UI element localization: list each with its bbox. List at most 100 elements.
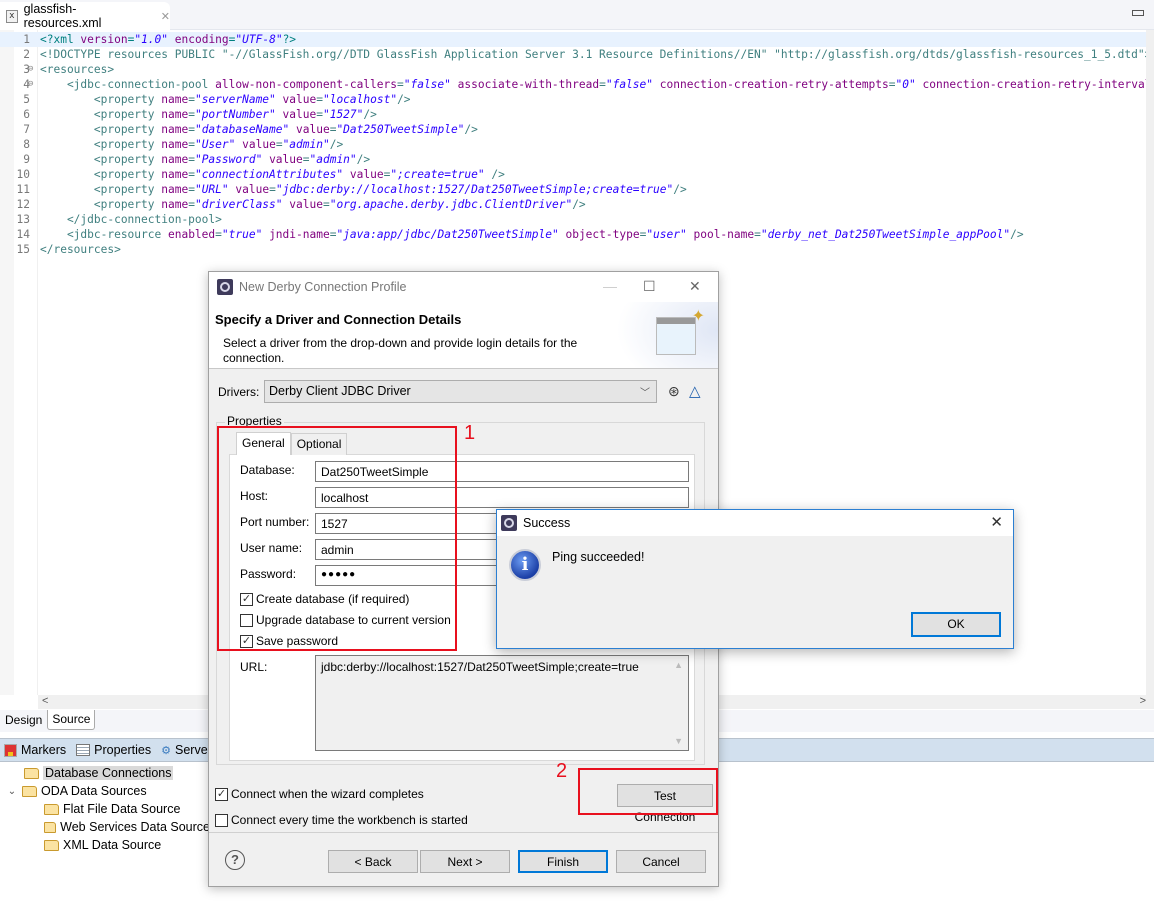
code-line[interactable]: 15 </resources> xyxy=(0,242,1146,257)
code-line[interactable]: 5 <property name="serverName" value="loc… xyxy=(0,92,1146,107)
folder-icon xyxy=(44,821,57,833)
maximize-window-icon[interactable]: ☐ xyxy=(643,278,656,295)
success-titlebar[interactable]: Success ✕ xyxy=(497,510,1013,536)
next-button[interactable]: Next > xyxy=(420,850,510,873)
line-number: 11 xyxy=(16,183,30,196)
scroll-up-icon[interactable]: ▲ xyxy=(674,660,683,670)
tab-properties-label: Properties xyxy=(94,743,152,757)
editor-tab-label: glassfish-resources.xml xyxy=(23,2,102,30)
code-token-val: "driverClass" xyxy=(194,198,283,211)
dialog-titlebar[interactable]: New Derby Connection Profile — ☐ ✕ xyxy=(209,272,718,302)
new-driver-definition-icon[interactable]: ⊛ xyxy=(668,383,680,400)
scroll-right-icon[interactable]: > xyxy=(1140,695,1146,707)
editor-vertical-scrollbar[interactable] xyxy=(1146,30,1154,695)
close-icon[interactable]: ✕ xyxy=(990,513,1003,531)
editor-mode-tabs: Design Source xyxy=(0,710,96,730)
code-token-tag: <jdbc-resource xyxy=(40,228,168,241)
fold-toggle-icon[interactable]: ⊖ xyxy=(28,62,33,77)
code-token-tag: <property xyxy=(40,168,162,181)
code-token-val: "Password" xyxy=(194,153,263,166)
code-token-val: "URL" xyxy=(194,183,229,196)
close-tab-icon[interactable]: ✕ xyxy=(161,10,170,23)
tree-item-xml-data-source[interactable]: XML Data Source xyxy=(0,836,210,854)
code-line[interactable]: 8 <property name="User" value="admin"/> xyxy=(0,137,1146,152)
code-token-tag xyxy=(289,123,296,136)
tree-item-label: Web Services Data Source xyxy=(60,820,210,834)
code-line[interactable]: 3 ⊖ <resources> xyxy=(0,62,1146,77)
code-token-tag: /> xyxy=(356,153,371,166)
eclipse-icon xyxy=(217,279,233,295)
line-number: 10 xyxy=(16,168,30,181)
code-token-tag: = xyxy=(188,153,195,166)
tree-item-flat-file-data-source[interactable]: Flat File Data Source xyxy=(0,800,210,818)
code-text: <?xml version="1.0" encoding="UTF-8"?> xyxy=(40,32,296,47)
code-line[interactable]: 4 ⊖ <jdbc-connection-pool allow-non-compo… xyxy=(0,77,1154,92)
tab-design[interactable]: Design xyxy=(0,710,47,730)
code-token-tag: = xyxy=(396,78,404,91)
scroll-down-icon[interactable]: ▼ xyxy=(674,736,683,746)
servers-icon: ⚙ xyxy=(161,744,172,757)
annotation-number-1: 1 xyxy=(464,422,476,444)
wizard-page-title: Specify a Driver and Connection Details xyxy=(215,312,462,327)
url-textarea[interactable]: jdbc:derby://localhost:1527/Dat250TweetS… xyxy=(315,655,689,751)
code-token-tag xyxy=(276,93,283,106)
connect-every-time-checkbox[interactable]: Connect every time the workbench is star… xyxy=(215,813,468,827)
annotation-number-2: 2 xyxy=(556,760,568,782)
code-token-attr: jndi-name xyxy=(269,228,330,241)
code-line[interactable]: 14 <jdbc-resource enabled="true" jndi-na… xyxy=(0,227,1146,242)
code-token-attr: connection-creation-retry-attempts xyxy=(659,78,889,91)
code-token-attr: name xyxy=(161,168,189,181)
code-token-attr: enabled xyxy=(167,228,216,241)
ok-button[interactable]: OK xyxy=(911,612,1001,637)
back-button[interactable]: < Back xyxy=(328,850,418,873)
code-token-attr: name xyxy=(161,198,189,211)
wizard-banner-icon xyxy=(656,306,705,355)
code-line[interactable]: 1 <?xml version="1.0" encoding="UTF-8"?> xyxy=(0,32,1146,47)
code-line[interactable]: 13 </jdbc-connection-pool> xyxy=(0,212,1146,227)
code-line[interactable]: 7 <property name="databaseName" value="D… xyxy=(0,122,1146,137)
code-token-val: "admin" xyxy=(309,153,357,166)
code-line[interactable]: 10 <property name="connectionAttributes"… xyxy=(0,167,1146,182)
wizard-header: Specify a Driver and Connection Details … xyxy=(209,302,718,369)
connect-when-completes-label: Connect when the wizard completes xyxy=(231,787,424,801)
help-icon[interactable]: ? xyxy=(225,850,245,870)
scroll-left-icon[interactable]: < xyxy=(42,695,48,707)
editor-tab-bar: x glassfish-resources.xml ✕ xyxy=(0,0,1154,30)
code-token-attr: connection-creation-retry-interval-in-se… xyxy=(922,78,1154,91)
drivers-dropdown[interactable]: Derby Client JDBC Driver ﹀ xyxy=(264,380,657,403)
connect-when-completes-checkbox[interactable]: ✓ Connect when the wizard completes xyxy=(215,787,424,801)
code-token-attr: value xyxy=(282,108,317,121)
tab-properties[interactable]: Properties xyxy=(76,743,151,757)
fold-toggle-icon[interactable]: ⊖ xyxy=(28,77,33,92)
tree-item-oda-data-sources[interactable]: ⌄ ODA Data Sources xyxy=(0,782,210,800)
code-token-attr: value xyxy=(242,138,276,151)
cancel-button[interactable]: Cancel xyxy=(616,850,706,873)
edit-driver-definition-icon[interactable]: △ xyxy=(689,382,701,400)
code-token-attr: pool-name xyxy=(693,228,755,241)
tree-item-web-services-data-source[interactable]: Web Services Data Source xyxy=(0,818,210,836)
minimize-window-icon[interactable]: — xyxy=(603,278,617,294)
connect-every-time-label: Connect every time the workbench is star… xyxy=(231,813,468,827)
code-token-tag xyxy=(343,168,350,181)
line-number: 6 xyxy=(23,108,30,121)
code-token-tag xyxy=(653,78,660,91)
editor-tab-glassfish-resources[interactable]: x glassfish-resources.xml ✕ xyxy=(0,2,170,30)
code-line[interactable]: 6 <property name="portNumber" value="152… xyxy=(0,107,1146,122)
code-line[interactable]: 2 <!DOCTYPE resources PUBLIC "-//GlassFis… xyxy=(0,47,1151,62)
code-token-tag: /> xyxy=(1010,228,1024,241)
chevron-down-icon[interactable]: ⌄ xyxy=(6,786,18,797)
code-line[interactable]: 11 <property name="URL" value="jdbc:derb… xyxy=(0,182,1146,197)
code-token-tag: <property xyxy=(40,153,162,166)
code-token-tag: /> xyxy=(572,198,586,211)
tree-item-database-connections[interactable]: Database Connections xyxy=(0,764,210,782)
code-line[interactable]: 12 <property name="driverClass" value="o… xyxy=(0,197,1146,212)
code-line[interactable]: 9 <property name="Password" value="admin… xyxy=(0,152,1146,167)
tab-source[interactable]: Source xyxy=(47,710,96,730)
code-token-val: "1527" xyxy=(322,108,364,121)
code-token-val: "connectionAttributes" xyxy=(194,168,344,181)
minimize-icon[interactable] xyxy=(1132,10,1144,16)
tab-markers[interactable]: Markers xyxy=(4,743,66,757)
finish-button[interactable]: Finish xyxy=(518,850,608,873)
code-token-val: "derby_net_Dat250TweetSimple_appPool" xyxy=(760,228,1011,241)
close-window-icon[interactable]: ✕ xyxy=(689,278,701,295)
